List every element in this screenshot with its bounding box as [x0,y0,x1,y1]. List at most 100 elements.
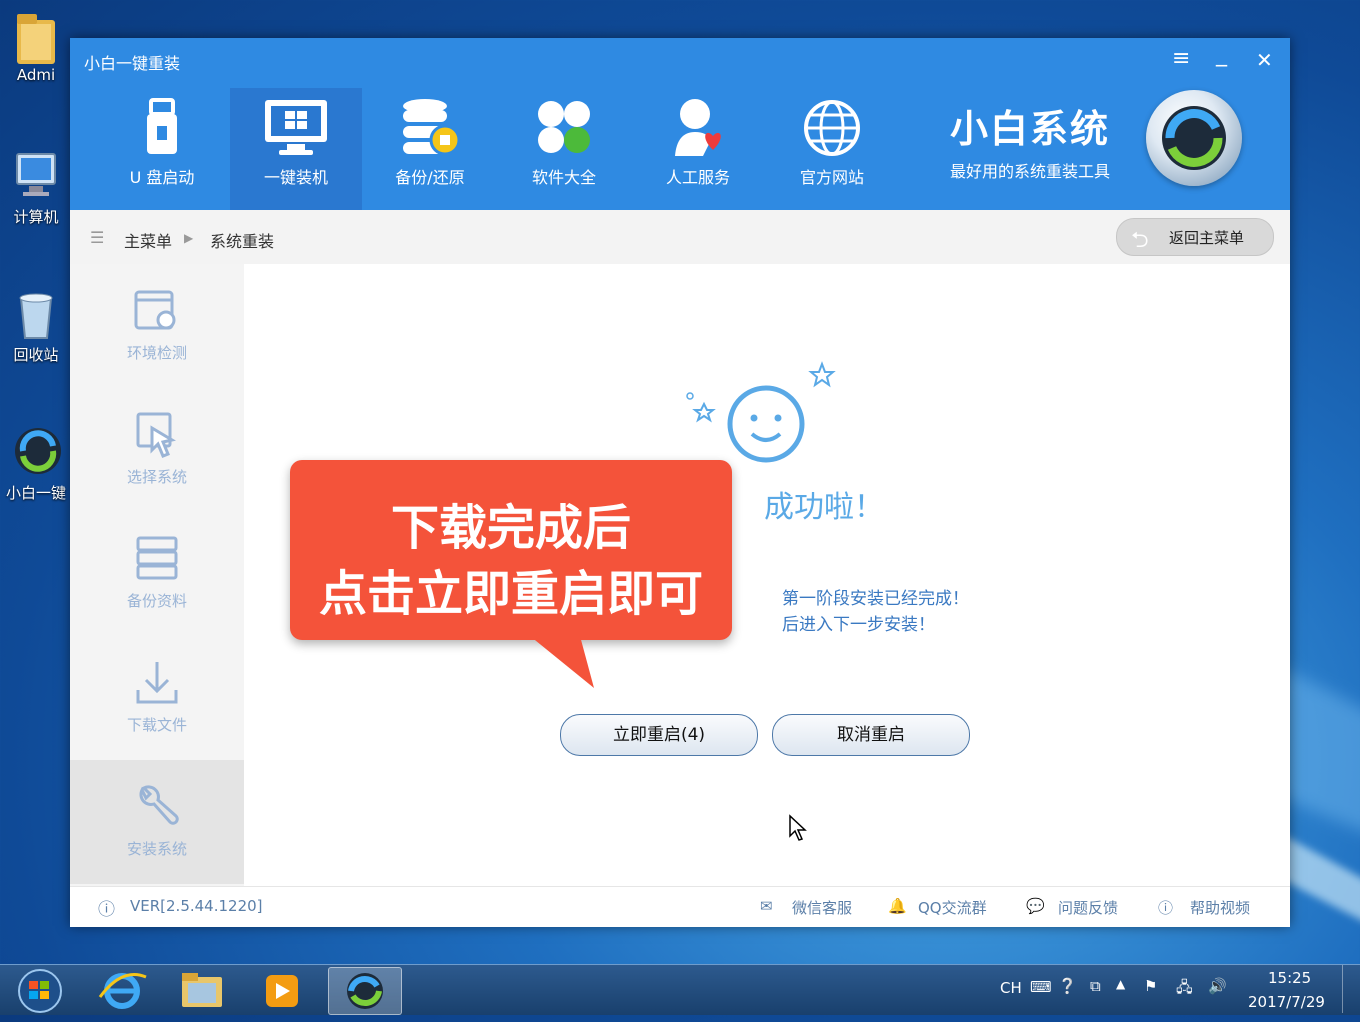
sidebar-item-download-files[interactable]: 下载文件 [70,636,244,760]
footer-link-feedback[interactable]: 问题反馈 [1058,897,1118,918]
download-icon [132,658,182,708]
breadcrumb-home[interactable]: 主菜单 [124,228,172,252]
start-button[interactable] [4,967,76,1013]
instruction-callout: 下载完成后 点击立即重启即可 [290,460,732,688]
xiaobai-app-icon [13,426,61,476]
desktop-icon-admin[interactable]: Admi [0,10,72,84]
success-title: 成功啦！ [764,490,884,525]
sidebar-label: 选择系统 [126,468,187,486]
window-title: 小白一键重装 [84,54,181,73]
wrench-install-icon [132,782,182,832]
action-center-flag-icon[interactable]: ⚑ [1144,977,1157,995]
qq-icon: 🔔 [888,897,907,915]
callout-line1: 下载完成后 [390,500,631,556]
ie-browser-icon[interactable] [86,967,158,1013]
close-button[interactable]: ✕ [1256,48,1273,72]
show-desktop-button[interactable] [1342,965,1357,1013]
cancel-restart-button[interactable]: 取消重启 [772,714,970,756]
footer-link-help-video[interactable]: 帮助视频 [1190,897,1250,918]
cursor-select-icon [132,410,182,460]
sidebar-label: 备份资料 [126,592,187,610]
nav-label: 备份/还原 [395,168,465,187]
tray-expand-icon[interactable]: ▲ [1116,977,1125,991]
nav-software[interactable]: 软件大全 [498,88,630,210]
apps-grid-icon [529,96,599,160]
person-heart-icon [663,96,733,160]
restart-now-button[interactable]: 立即重启(4) [560,714,758,756]
volume-icon[interactable]: 🔊 [1208,977,1227,995]
menu-button[interactable]: ≡ [1172,46,1190,71]
nav-label: 官方网站 [799,168,864,187]
environment-check-icon [132,286,182,336]
help-question-icon[interactable]: ❔ [1058,977,1077,995]
footer-link-qq-group[interactable]: QQ交流群 [918,897,987,918]
brand-logo-icon [1146,90,1242,186]
keyboard-icon[interactable]: ⌨ [1030,978,1052,996]
breadcrumb: ☰ 主菜单 ▶ 系统重装 ⮌ 返回主菜单 [70,210,1290,265]
sidebar-item-backup-data[interactable]: 备份资料 [70,512,244,636]
sidebar-label: 下载文件 [126,716,187,734]
nav-backup-restore[interactable]: 备份/还原 [364,88,496,210]
nav-manual-service[interactable]: 人工服务 [632,88,764,210]
callout-line2: 点击立即重启即可 [318,566,703,622]
nav-label: 人工服务 [665,168,730,187]
nav-one-click-install[interactable]: 一键装机 [230,88,362,210]
wechat-icon: ✉ [760,897,773,915]
taskbar-xiaobai-app[interactable] [328,967,402,1015]
server-backup-icon [132,534,182,584]
network-icon[interactable]: 🖧 [1176,977,1193,1002]
breadcrumb-current: 系统重装 [210,232,275,251]
window-header: 小白一键重装 ≡ _ ✕ U 盘启动 一键装机 备份/还原 软件大全 人工服务 … [70,38,1290,210]
globe-icon [797,96,867,160]
monitor-windows-icon [261,96,331,160]
language-bar-icon[interactable]: ⧉ [1090,977,1101,995]
footer: ⓘ VER[2.5.44.1220] ✉ 微信客服 🔔 QQ交流群 💬 问题反馈… [70,886,1290,927]
media-player-icon[interactable] [246,967,318,1013]
desktop-icon-label: 计算机 [13,208,59,226]
sidebar-item-environment-check[interactable]: 环境检测 [70,264,244,388]
desktop-icon-label: 小白一键 [5,484,66,502]
brand-title: 小白系统 [950,107,1111,151]
back-button-label: 返回主菜单 [1169,229,1245,247]
database-backup-icon [395,96,465,160]
sidebar: 环境检测 选择系统 备份资料 下载文件 安装系统 [70,264,244,886]
brand-subtitle: 最好用的系统重装工具 [950,162,1111,181]
back-arrow-icon: ⮌ [1131,228,1149,253]
success-message-line1: 第一阶段安装已经完成！ [782,589,969,609]
nav-official-site[interactable]: 官方网站 [766,88,898,210]
desktop-icon-recycle-bin[interactable]: 回收站 [0,288,72,365]
back-to-main-menu-button[interactable]: ⮌ 返回主菜单 [1116,218,1274,256]
sidebar-item-select-system[interactable]: 选择系统 [70,388,244,512]
nav-label: 一键装机 [263,168,328,187]
clock-date[interactable]: 2017/7/29 [1248,993,1325,1011]
nav-label: U 盘启动 [129,168,195,187]
file-explorer-icon[interactable] [166,967,238,1013]
list-icon: ☰ [90,228,105,247]
desktop-icon-label: Admi [16,66,56,84]
mouse-cursor-icon [788,814,808,846]
nav-label: 软件大全 [531,168,596,187]
footer-link-wechat[interactable]: 微信客服 [792,897,852,918]
usb-drive-icon [127,96,197,160]
nav-usb-boot[interactable]: U 盘启动 [96,88,228,210]
desktop-icon-xiaobai[interactable]: 小白一键 [0,426,72,503]
computer-icon [13,150,59,200]
help-icon: ⓘ [1158,899,1174,917]
sidebar-item-install-system[interactable]: 安装系统 [70,760,244,884]
version-label: VER[2.5.44.1220] [130,897,263,915]
callout-pointer [530,636,594,688]
taskbar: CH ⌨ ❔ ⧉ ▲ ⚑ 🖧 🔊 15:25 2017/7/29 [0,964,1360,1015]
desktop-icon-label: 回收站 [13,346,59,364]
clock-time[interactable]: 15:25 [1268,969,1311,987]
sidebar-label: 安装系统 [126,840,187,858]
input-language[interactable]: CH [1000,979,1022,997]
desktop-icon-computer[interactable]: 计算机 [0,150,72,227]
folder-icon [13,10,59,64]
sidebar-label: 环境检测 [126,344,187,362]
info-icon: ⓘ [98,900,115,920]
feedback-icon: 💬 [1026,897,1045,915]
success-message-line2: 后进入下一步安装！ [782,615,935,635]
recycle-bin-icon [13,288,59,339]
breadcrumb-arrow-icon: ▶ [184,231,194,245]
minimize-button[interactable]: _ [1216,42,1227,67]
